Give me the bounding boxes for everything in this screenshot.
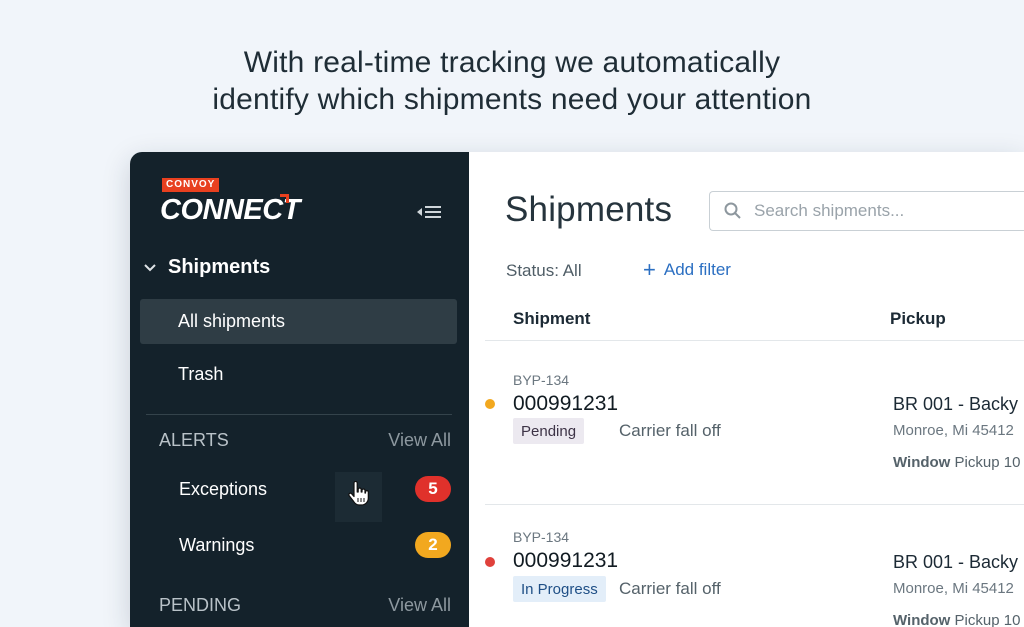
search-box[interactable] [709,191,1024,231]
shipments-section-toggle[interactable]: Shipments [140,256,270,279]
shipment-ref: BYP-134 [513,529,570,545]
search-input[interactable] [754,201,1014,221]
alert-exceptions[interactable]: Exceptions 5 [140,467,457,511]
chevron-down-icon [140,263,160,272]
plus-icon: + [643,257,656,282]
headline-line-1: With real-time tracking we automatically [243,46,781,79]
app-window: CONVOY CONNECT Shipments All shipments T… [130,152,1024,627]
alert-label: Warnings [179,534,255,555]
column-header-pickup[interactable]: Pickup [890,309,946,329]
page-title: Shipments [505,190,673,229]
sidebar-divider [146,414,452,415]
status-filter[interactable]: Status: All [506,261,582,281]
sidebar: CONVOY CONNECT Shipments All shipments T… [130,152,469,627]
warnings-count-badge: 2 [415,532,451,558]
exceptions-count-badge: 5 [415,476,451,502]
section-title: Shipments [168,256,271,278]
alerts-title: ALERTS [159,430,229,450]
collapse-menu-icon [417,206,441,218]
alerts-view-all-link[interactable]: View All [388,430,451,451]
pickup-name: BR 001 - Backy [893,552,1019,572]
pickup-location: Monroe, Mi 45412 [893,422,1014,439]
headline: With real-time tracking we automatically… [0,44,1024,118]
sidebar-item-all-shipments[interactable]: All shipments [140,299,457,344]
add-filter-label: Add filter [663,260,731,279]
alert-warnings[interactable]: Warnings 2 [140,523,457,567]
status-badge: In Progress [513,576,606,602]
shipment-reason: Carrier fall off [619,421,721,440]
sidebar-item-trash[interactable]: Trash [140,352,457,397]
sidebar-item-label: Trash [178,364,224,384]
pickup-name: BR 001 - Backy [893,394,1019,414]
headline-line-2: identify which shipments need your atten… [212,83,812,116]
brand-logo-mark [280,194,289,203]
status-dot [485,399,495,409]
pickup-window-value: Pickup 10 [954,612,1021,627]
pending-title: PENDING [159,595,242,615]
column-header-shipment[interactable]: Shipment [513,309,590,329]
collapse-sidebar-button[interactable] [416,202,444,222]
pending-header: PENDING View All [159,595,451,616]
add-filter-button[interactable]: + Add filter [643,257,731,282]
pending-view-all-link[interactable]: View All [388,595,451,616]
sidebar-item-label: All shipments [178,311,286,331]
brand-badge: CONVOY [162,178,220,192]
pickup-location: Monroe, Mi 45412 [893,580,1014,597]
hand-cursor-icon [348,481,369,506]
table-row[interactable]: BYP-134 000991231 Pending Carrier fall o… [469,342,1024,492]
main-panel: Shipments Status: All + Add filter Shipm… [469,152,1024,627]
pickup-window: Window Pickup 10 [893,454,1020,471]
shipment-number: 000991231 [513,549,619,572]
pickup-window-value: Pickup 10 [954,454,1021,471]
pickup-window-label: Window [893,454,951,471]
pickup-window-label: Window [893,612,951,627]
shipment-reason: Carrier fall off [619,579,721,598]
search-icon [724,202,741,219]
pickup-window: Window Pickup 10 [893,612,1020,627]
brand-logo: CONNECT [160,194,300,226]
status-dot [485,557,495,567]
shipment-number: 000991231 [513,392,619,415]
status-badge: Pending [513,418,585,444]
table-divider [485,340,1024,341]
table-row[interactable]: BYP-134 000991231 In Progress Carrier fa… [469,502,1024,627]
alerts-header: ALERTS View All [159,430,451,451]
alert-label: Exceptions [179,478,268,499]
shipment-ref: BYP-134 [513,372,570,388]
